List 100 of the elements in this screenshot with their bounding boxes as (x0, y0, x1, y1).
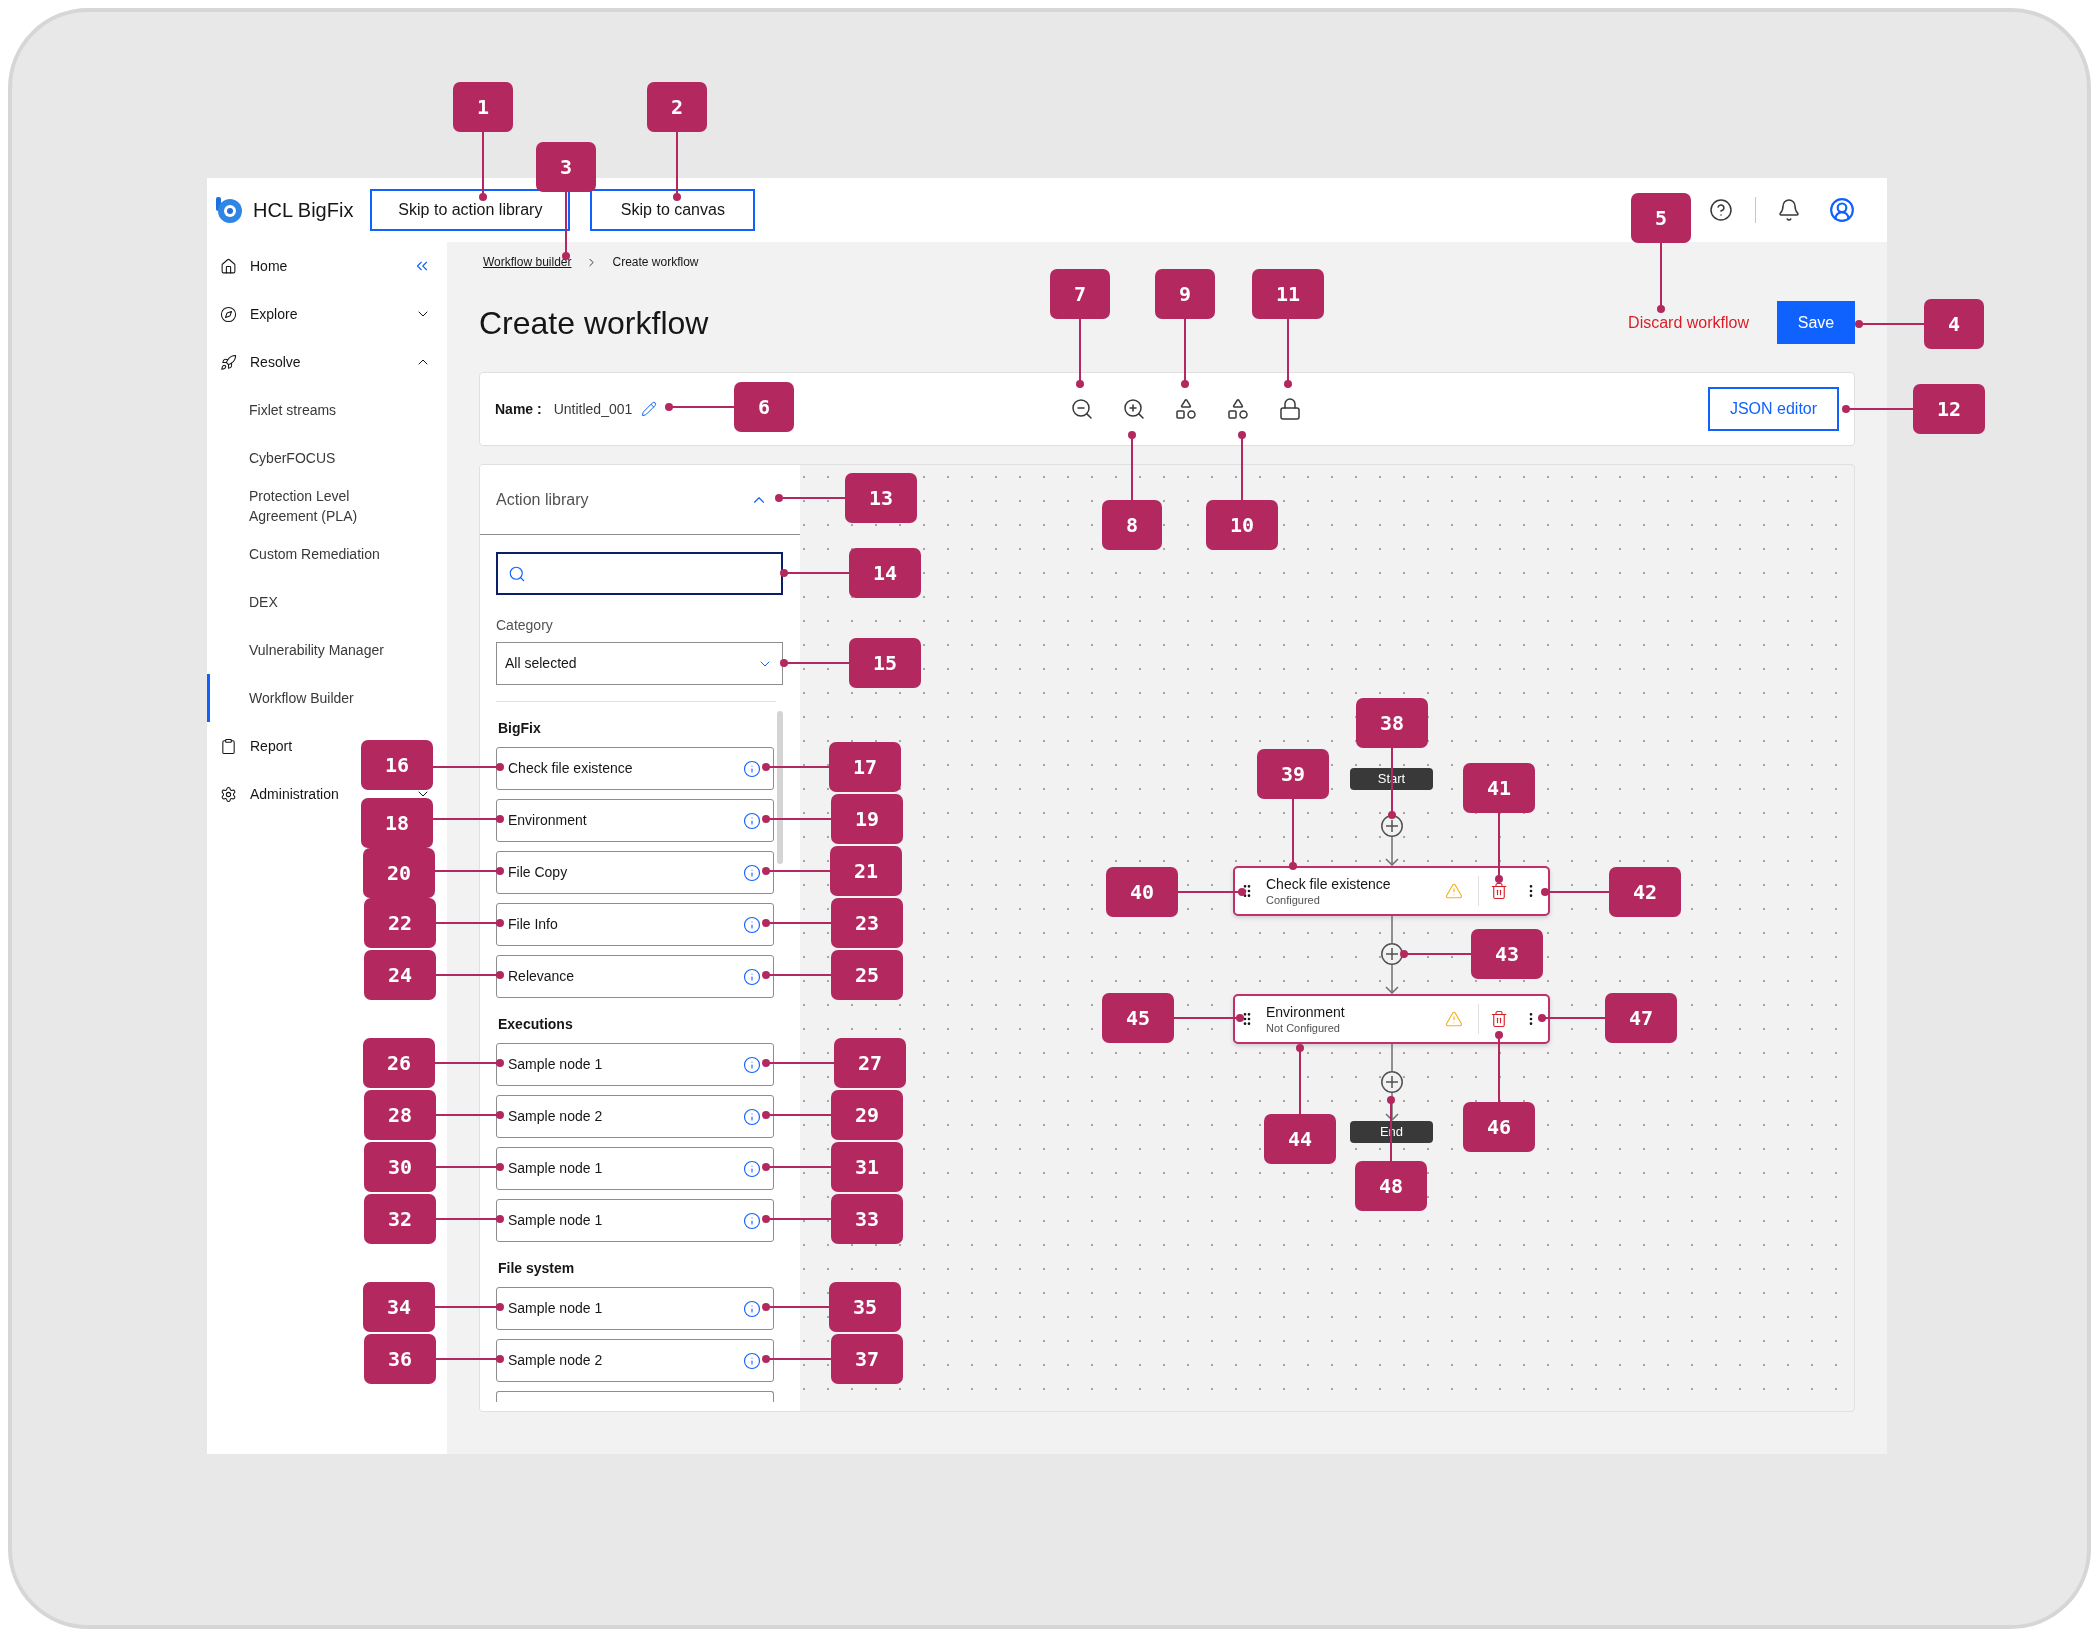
callout-badge: 33 (831, 1194, 903, 1244)
callout-badge: 4 (1924, 299, 1984, 349)
user-avatar-icon[interactable] (1829, 197, 1855, 223)
callout-badge: 38 (1356, 698, 1428, 748)
group-heading: File system (497, 1259, 575, 1278)
action-item[interactable]: Sample node 2 (496, 1095, 774, 1138)
callout-badge: 41 (1463, 763, 1535, 813)
skip-link-button[interactable]: Skip to canvas (590, 189, 756, 231)
page-title: Create workflow (479, 303, 709, 343)
info-icon[interactable] (743, 967, 761, 986)
search-field[interactable] (496, 552, 783, 595)
pencil-icon[interactable] (641, 401, 658, 417)
skip-link-button[interactable]: Skip to action library (370, 189, 571, 231)
json-editor-button[interactable]: JSON editor (1708, 387, 1839, 431)
callout-badge: 12 (1913, 384, 1985, 434)
action-item[interactable] (496, 1391, 774, 1402)
callout-badge: 27 (834, 1038, 906, 1088)
sidebar-item[interactable]: Resolve (207, 338, 301, 386)
sidebar-subitem[interactable]: Custom Remediation (207, 530, 447, 578)
plus-circle-icon[interactable] (1380, 815, 1403, 837)
leader-line (435, 971, 504, 979)
sidebar-subitem[interactable]: Protection Level Agreement (PLA) (207, 482, 447, 530)
warning-icon (1445, 1010, 1463, 1028)
zoom-in-icon[interactable] (1121, 397, 1146, 421)
sidebar-item[interactable]: Explore (207, 290, 298, 338)
plus-circle-icon[interactable] (1380, 943, 1403, 965)
info-icon[interactable] (743, 1107, 761, 1126)
callout-badge: 8 (1102, 500, 1162, 550)
callout-badge: 11 (1252, 269, 1324, 319)
callout-badge: 17 (829, 742, 901, 792)
leader-line (479, 131, 487, 201)
breadcrumb-link[interactable]: Workflow builder (483, 253, 572, 271)
sidebar-subitem[interactable]: Vulnerability Manager (207, 626, 447, 674)
info-icon[interactable] (743, 759, 761, 778)
node-status: Configured (1266, 893, 1320, 907)
info-icon[interactable] (743, 915, 761, 934)
info-icon[interactable] (743, 1211, 761, 1230)
callout-badge: 3 (536, 142, 596, 192)
rocket-icon (220, 353, 237, 371)
callout-badge: 36 (364, 1334, 436, 1384)
workflow-node[interactable]: Check file existence Configured (1233, 866, 1550, 916)
callout-badge: 45 (1102, 993, 1174, 1043)
leader-line (762, 1355, 832, 1363)
callout-badge: 29 (831, 1090, 903, 1140)
info-icon[interactable] (743, 863, 761, 882)
delete-icon[interactable] (1490, 1010, 1508, 1028)
search-icon (508, 564, 526, 583)
callout-badge: 44 (1264, 1114, 1336, 1164)
callout-badge: 30 (364, 1142, 436, 1192)
plus-circle-icon[interactable] (1380, 1071, 1403, 1093)
leader-line (432, 763, 504, 771)
leader-line (1296, 1044, 1304, 1115)
sidebar-item[interactable]: Report (207, 722, 293, 770)
sidebar-subitem[interactable]: CyberFOCUS (207, 434, 447, 482)
callout-badge: 42 (1609, 867, 1681, 917)
callout-badge: 37 (831, 1334, 903, 1384)
action-item[interactable]: Sample node 1 (496, 1287, 774, 1330)
leader-line (762, 815, 832, 823)
scrollbar-thumb[interactable] (777, 711, 783, 864)
info-icon[interactable] (743, 1351, 761, 1370)
info-icon[interactable] (743, 811, 761, 830)
leader-line (1177, 888, 1246, 896)
info-icon[interactable] (743, 1159, 761, 1178)
action-item[interactable]: Relevance (496, 955, 774, 998)
action-item[interactable]: File Info (496, 903, 774, 946)
leader-line (1128, 431, 1136, 501)
action-item[interactable]: Sample node 1 (496, 1043, 774, 1086)
lock-icon[interactable] (1277, 397, 1302, 421)
action-item[interactable]: Check file existence (496, 747, 774, 790)
action-item[interactable]: Sample node 2 (496, 1339, 774, 1382)
action-item[interactable]: File Copy (496, 851, 774, 894)
info-icon[interactable] (743, 1055, 761, 1074)
zoom-out-icon[interactable] (1069, 397, 1094, 421)
panel-title: Action library (496, 489, 589, 510)
leader-line (762, 1163, 832, 1171)
leader-line (775, 494, 846, 502)
save-button[interactable]: Save (1777, 301, 1855, 344)
workflow-node[interactable]: Environment Not Configured (1233, 994, 1550, 1044)
bell-icon[interactable] (1777, 198, 1801, 222)
delete-icon[interactable] (1490, 882, 1508, 900)
connector-arrow (1384, 1093, 1399, 1121)
discard-workflow-button[interactable]: Discard workflow (1628, 310, 1749, 335)
sidebar-subitem[interactable]: DEX (207, 578, 447, 626)
node-title: Environment (1266, 1003, 1345, 1021)
callout-badge: 22 (364, 898, 436, 948)
action-item[interactable]: Environment (496, 799, 774, 842)
sidebar-item[interactable]: Administration (207, 770, 339, 818)
action-item[interactable]: Sample node 1 (496, 1199, 774, 1242)
shapes-icon[interactable] (1173, 397, 1198, 421)
help-icon[interactable] (1709, 198, 1733, 222)
sidebar-subitem[interactable]: Fixlet streams (207, 386, 447, 434)
sidebar-item[interactable]: Home (207, 242, 288, 290)
workflow-canvas[interactable] (479, 464, 1855, 1412)
callout-badge: 24 (364, 950, 436, 1000)
category-select[interactable]: All selected (496, 642, 783, 685)
shapes-icon[interactable] (1225, 397, 1250, 421)
leader-line (1495, 812, 1503, 883)
leader-line (673, 131, 681, 201)
action-item[interactable]: Sample node 1 (496, 1147, 774, 1190)
info-icon[interactable] (743, 1299, 761, 1318)
